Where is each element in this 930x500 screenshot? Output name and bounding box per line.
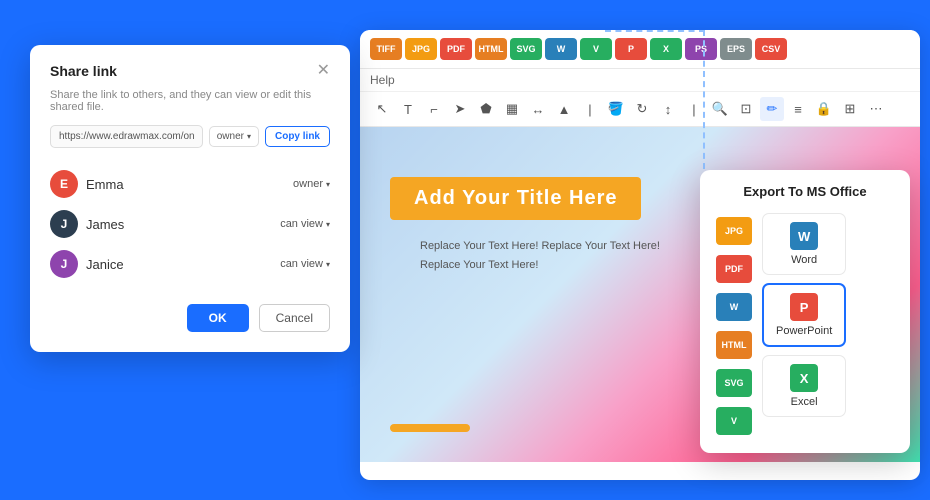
separator1: | bbox=[578, 97, 602, 121]
user-row: J Janice can view ▾ bbox=[50, 244, 330, 284]
link-input[interactable] bbox=[50, 125, 203, 148]
fmt-svg[interactable]: SVG bbox=[510, 38, 542, 60]
fmt-jpg[interactable]: JPG bbox=[405, 38, 437, 60]
side-icon-word[interactable]: W bbox=[716, 293, 752, 321]
role-dropdown-janice[interactable]: can view ▾ bbox=[280, 258, 330, 270]
export-item-word[interactable]: W Word bbox=[762, 213, 846, 275]
side-icon-v[interactable]: V bbox=[716, 407, 752, 435]
fmt-html[interactable]: HTML bbox=[475, 38, 507, 60]
slide-text-line1: Replace Your Text Here! Replace Your Tex… bbox=[420, 237, 660, 256]
chevron-down-icon: ▾ bbox=[326, 220, 330, 229]
word-label: Word bbox=[791, 254, 817, 266]
export-panel: Export To MS Office JPG PDF W HTML SVG V… bbox=[700, 170, 910, 453]
fmt-csv[interactable]: CSV bbox=[755, 38, 787, 60]
user-row: E Emma owner ▾ bbox=[50, 164, 330, 204]
ok-button[interactable]: OK bbox=[187, 304, 249, 332]
fmt-word[interactable]: W bbox=[545, 38, 577, 60]
icon-toolbar: ↖ T ⌐ ➤ ⬟ ▦ ↔ ▲ | 🪣 ↻ ↕ | 🔍 ⊡ ✏ ≡ 🔒 ⊞ ⋯ bbox=[360, 92, 920, 127]
fmt-vsdx[interactable]: V bbox=[580, 38, 612, 60]
avatar-james: J bbox=[50, 210, 78, 238]
fmt-ppt[interactable]: P bbox=[615, 38, 647, 60]
connector-line-h bbox=[605, 30, 705, 32]
close-button[interactable]: ✕ bbox=[317, 63, 330, 79]
user-name-james: James bbox=[86, 217, 124, 232]
user-name-janice: Janice bbox=[86, 257, 124, 272]
slide-text: Replace Your Text Here! Replace Your Tex… bbox=[420, 237, 660, 274]
copy-link-button[interactable]: Copy link bbox=[265, 126, 330, 147]
role-value-janice: can view bbox=[280, 258, 323, 270]
cancel-button[interactable]: Cancel bbox=[259, 304, 330, 332]
link-row: owner ▾ Copy link bbox=[50, 125, 330, 148]
avatar-emma: E bbox=[50, 170, 78, 198]
lines-icon[interactable]: ≡ bbox=[786, 97, 810, 121]
export-items: W Word P PowerPoint X Excel bbox=[762, 213, 846, 435]
format-toolbar: TIFF JPG PDF HTML SVG W V P X PS EPS CSV bbox=[360, 30, 920, 69]
role-dropdown-link[interactable]: owner ▾ bbox=[209, 126, 259, 147]
chevron-down-icon: ▾ bbox=[247, 132, 251, 141]
export-side-icons: JPG PDF W HTML SVG V bbox=[716, 213, 752, 435]
fmt-xlsx[interactable]: X bbox=[650, 38, 682, 60]
export-layout: JPG PDF W HTML SVG V W Word P PowerPoint… bbox=[716, 213, 894, 435]
role-label: owner bbox=[217, 131, 244, 142]
more-icon[interactable]: ⋯ bbox=[864, 97, 888, 121]
user-info-james: J James bbox=[50, 210, 124, 238]
slide-orange-bar bbox=[390, 424, 470, 432]
powerpoint-label: PowerPoint bbox=[776, 325, 832, 337]
user-info-janice: J Janice bbox=[50, 250, 124, 278]
slide-text-line2: Replace Your Text Here! bbox=[420, 256, 660, 275]
font-icon[interactable]: ▲ bbox=[552, 97, 576, 121]
export-item-powerpoint[interactable]: P PowerPoint bbox=[762, 283, 846, 347]
dialog-description: Share the link to others, and they can v… bbox=[50, 89, 330, 113]
table-icon[interactable]: ▦ bbox=[500, 97, 524, 121]
cursor-icon[interactable]: ↖ bbox=[370, 97, 394, 121]
role-dropdown-emma[interactable]: owner ▾ bbox=[293, 178, 330, 190]
user-info-emma: E Emma bbox=[50, 170, 124, 198]
chevron-down-icon: ▾ bbox=[326, 180, 330, 189]
help-bar: Help bbox=[360, 69, 920, 92]
frame-icon[interactable]: ⊞ bbox=[838, 97, 862, 121]
side-icon-jpg[interactable]: JPG bbox=[716, 217, 752, 245]
fmt-tiff[interactable]: TIFF bbox=[370, 38, 402, 60]
user-row: J James can view ▾ bbox=[50, 204, 330, 244]
zoom-icon[interactable]: 🔍 bbox=[708, 97, 732, 121]
user-name-emma: Emma bbox=[86, 177, 124, 192]
dialog-header: Share link ✕ bbox=[50, 63, 330, 79]
dialog-footer: OK Cancel bbox=[50, 304, 330, 332]
shape-icon[interactable]: ⬟ bbox=[474, 97, 498, 121]
rotate-icon[interactable]: ↻ bbox=[630, 97, 654, 121]
side-icon-svg[interactable]: SVG bbox=[716, 369, 752, 397]
resize-icon[interactable]: ↔ bbox=[526, 97, 550, 121]
side-icon-html[interactable]: HTML bbox=[716, 331, 752, 359]
lock-icon[interactable]: 🔒 bbox=[812, 97, 836, 121]
role-dropdown-james[interactable]: can view ▾ bbox=[280, 218, 330, 230]
slide-title: Add Your Title Here bbox=[390, 177, 641, 220]
share-dialog: Share link ✕ Share the link to others, a… bbox=[30, 45, 350, 352]
help-label[interactable]: Help bbox=[370, 73, 395, 87]
user-list: E Emma owner ▾ J James can view ▾ J Jani… bbox=[50, 164, 330, 284]
text-icon[interactable]: T bbox=[396, 97, 420, 121]
fmt-pdf[interactable]: PDF bbox=[440, 38, 472, 60]
excel-icon: X bbox=[790, 364, 818, 392]
excel-label: Excel bbox=[791, 396, 818, 408]
chevron-down-icon: ▾ bbox=[326, 260, 330, 269]
corner-icon[interactable]: ⌐ bbox=[422, 97, 446, 121]
fmt-ps[interactable]: PS bbox=[685, 38, 717, 60]
export-item-excel[interactable]: X Excel bbox=[762, 355, 846, 417]
pen-icon[interactable]: ✏ bbox=[760, 97, 784, 121]
powerpoint-icon: P bbox=[790, 293, 818, 321]
fmt-eps[interactable]: EPS bbox=[720, 38, 752, 60]
export-title: Export To MS Office bbox=[716, 184, 894, 199]
word-icon: W bbox=[790, 222, 818, 250]
fill-icon[interactable]: 🪣 bbox=[604, 97, 628, 121]
side-icon-pdf[interactable]: PDF bbox=[716, 255, 752, 283]
role-value-emma: owner bbox=[293, 178, 323, 190]
flip-icon[interactable]: ↕ bbox=[656, 97, 680, 121]
avatar-janice: J bbox=[50, 250, 78, 278]
role-value-james: can view bbox=[280, 218, 323, 230]
crop-icon[interactable]: ⊡ bbox=[734, 97, 758, 121]
arrow-icon[interactable]: ➤ bbox=[448, 97, 472, 121]
dialog-title: Share link bbox=[50, 63, 117, 79]
